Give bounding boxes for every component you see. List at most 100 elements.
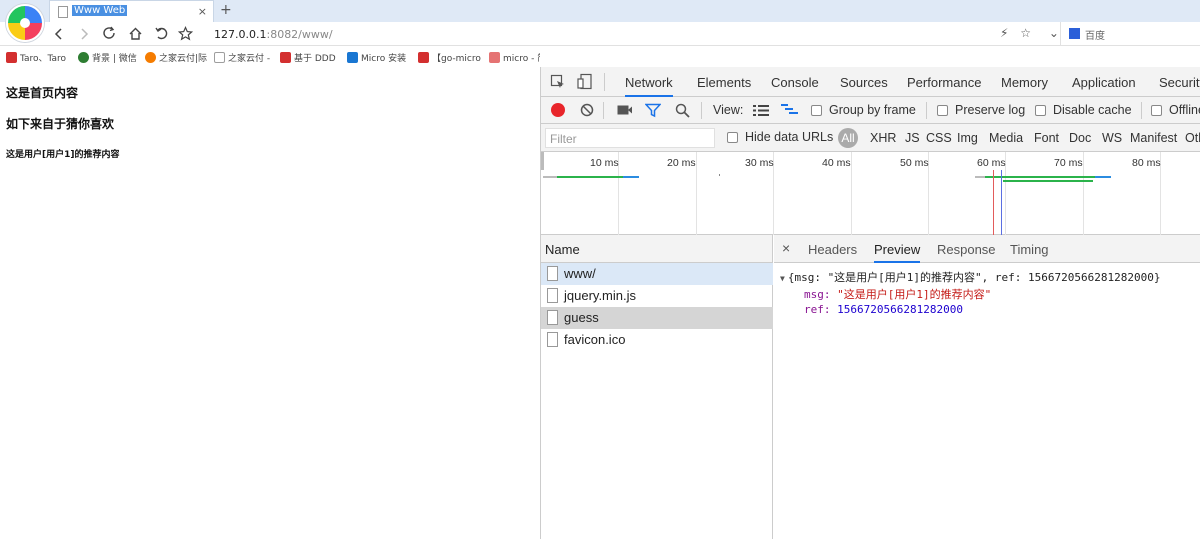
- bookmark-icon: [6, 52, 17, 63]
- filter-input[interactable]: Filter: [545, 128, 715, 148]
- filter-funnel-icon[interactable]: [645, 103, 661, 118]
- json-property-ref: ref: 1566720566281282000: [804, 303, 963, 316]
- dropdown-chevron-icon[interactable]: ⌄: [1049, 26, 1059, 40]
- collapse-triangle-icon[interactable]: ▼: [780, 274, 785, 283]
- new-tab-button[interactable]: +: [220, 2, 232, 18]
- timeline-tick: 80 ms: [1132, 157, 1161, 169]
- toolbar-divider: [604, 73, 605, 91]
- group-by-frame-checkbox[interactable]: Group by frame: [811, 103, 916, 117]
- filter-all-button[interactable]: All: [838, 128, 858, 148]
- tab-headers[interactable]: Headers: [808, 242, 857, 257]
- name-column-header[interactable]: Name: [541, 235, 773, 263]
- timeline-handle[interactable]: [541, 152, 544, 170]
- address-bar[interactable]: 127.0.0.1:8082/www/: [214, 28, 333, 41]
- tab-close-icon[interactable]: ×: [198, 5, 207, 18]
- record-icon[interactable]: [551, 103, 565, 117]
- bookmark-icon: [347, 52, 358, 63]
- tab-elements[interactable]: Elements: [697, 75, 751, 90]
- screenshot-camera-icon[interactable]: [617, 104, 633, 116]
- bookmark-item[interactable]: 基于 DDD: [280, 51, 336, 64]
- toolbar-divider: [603, 102, 604, 119]
- request-row[interactable]: jquery.min.js: [541, 285, 773, 307]
- tab-performance[interactable]: Performance: [907, 75, 981, 90]
- timeline-bar-request: [557, 176, 623, 178]
- timeline-tick: 60 ms: [977, 157, 1006, 169]
- tab-memory[interactable]: Memory: [1001, 75, 1048, 90]
- hide-data-urls-checkbox[interactable]: Hide data URLs: [727, 130, 833, 144]
- detail-tab-bar: × Headers Preview Response Timing: [774, 235, 1200, 263]
- filter-js[interactable]: JS: [905, 131, 920, 145]
- devtools-panel: Network Elements Console Sources Perform…: [540, 67, 1200, 539]
- request-detail-pane: × Headers Preview Response Timing ▼ {msg:…: [774, 235, 1200, 539]
- disable-cache-checkbox[interactable]: Disable cache: [1035, 103, 1132, 117]
- timeline-bar-request: [1003, 180, 1093, 182]
- waterfall-view-icon[interactable]: [781, 104, 799, 117]
- tab-timing[interactable]: Timing: [1010, 242, 1049, 257]
- json-tree-root[interactable]: ▼ {msg: "这是用户[用户1]的推荐内容", ref: 1566720566…: [780, 269, 1161, 285]
- bookmark-item[interactable]: 背景 | 微信: [78, 51, 137, 64]
- tab-preview[interactable]: Preview: [874, 242, 921, 263]
- filter-doc[interactable]: Doc: [1069, 131, 1091, 145]
- tab-title: Www Web: [72, 5, 128, 16]
- url-path: :8082/www/: [266, 28, 333, 41]
- tab-security[interactable]: Security: [1159, 75, 1200, 90]
- home-icon[interactable]: [128, 26, 143, 41]
- json-summary: {msg: "这是用户[用户1]的推荐内容", ref: 15667205662…: [787, 271, 1161, 284]
- search-box[interactable]: 百度: [1060, 22, 1200, 46]
- filter-ws[interactable]: WS: [1102, 131, 1122, 145]
- search-icon[interactable]: [675, 103, 690, 118]
- document-icon: [547, 288, 558, 303]
- browser-tab[interactable]: Www Web ×: [49, 0, 214, 22]
- tab-console[interactable]: Console: [771, 75, 819, 90]
- bookmark-item[interactable]: 之家云付 -: [214, 51, 270, 64]
- filter-font[interactable]: Font: [1034, 131, 1059, 145]
- request-row[interactable]: favicon.ico: [541, 329, 773, 351]
- clear-icon[interactable]: [580, 103, 594, 117]
- tab-network[interactable]: Network: [625, 75, 673, 97]
- bookmark-item[interactable]: Micro 安装: [347, 51, 406, 64]
- bookmark-star-icon[interactable]: ☆: [1020, 26, 1031, 40]
- filter-xhr[interactable]: XHR: [870, 131, 896, 145]
- forward-icon[interactable]: [77, 27, 91, 41]
- checkbox-box[interactable]: [727, 131, 738, 143]
- bookmark-item[interactable]: 【go-micro: [418, 51, 481, 64]
- lightning-icon[interactable]: ⚡: [1000, 26, 1008, 40]
- view-label: View:: [713, 103, 744, 117]
- reload-icon[interactable]: [102, 26, 117, 41]
- address-bar-actions: ⚡ ☆ ⌄: [1000, 26, 1059, 40]
- tab-application[interactable]: Application: [1072, 75, 1136, 90]
- tab-sources[interactable]: Sources: [840, 75, 888, 90]
- offline-checkbox[interactable]: Offline: [1151, 103, 1200, 117]
- bookmark-item[interactable]: 之家云付|际: [145, 51, 207, 64]
- back-icon[interactable]: [52, 27, 66, 41]
- bookmark-item[interactable]: Taro、Taro: [6, 51, 66, 64]
- checkbox-box[interactable]: [1151, 104, 1162, 116]
- request-row-selected[interactable]: guess: [541, 307, 773, 329]
- timeline-tick: 30 ms: [745, 157, 774, 169]
- checkbox-box[interactable]: [811, 104, 822, 116]
- filter-img[interactable]: Img: [957, 131, 978, 145]
- bookmark-item[interactable]: micro - 简: [489, 51, 540, 64]
- timeline-gridline: [696, 152, 697, 235]
- filter-other[interactable]: Other: [1185, 131, 1200, 145]
- filter-css[interactable]: CSS: [926, 131, 952, 145]
- close-icon[interactable]: ×: [782, 240, 790, 256]
- tab-response[interactable]: Response: [937, 242, 996, 257]
- page-icon: [58, 5, 68, 18]
- checkbox-box[interactable]: [1035, 104, 1046, 116]
- favorite-star-icon[interactable]: [178, 26, 193, 41]
- filter-manifest[interactable]: Manifest: [1130, 131, 1177, 145]
- timeline-domcontentloaded-marker: [1001, 170, 1002, 235]
- network-timeline-overview[interactable]: 10 ms 20 ms 30 ms 40 ms 50 ms 60 ms 70 m…: [541, 152, 1200, 235]
- filter-media[interactable]: Media: [989, 131, 1023, 145]
- request-row[interactable]: www/: [541, 263, 773, 285]
- undo-icon[interactable]: [154, 26, 169, 41]
- device-toolbar-icon[interactable]: [577, 73, 593, 91]
- checkbox-box[interactable]: [937, 104, 948, 116]
- browser-logo-icon[interactable]: [6, 4, 44, 42]
- timeline-bar-waiting: [543, 176, 557, 178]
- inspect-element-icon[interactable]: [550, 74, 566, 90]
- list-view-icon[interactable]: [753, 105, 769, 116]
- preserve-log-checkbox[interactable]: Preserve log: [937, 103, 1025, 117]
- bookmark-icon: [145, 52, 156, 63]
